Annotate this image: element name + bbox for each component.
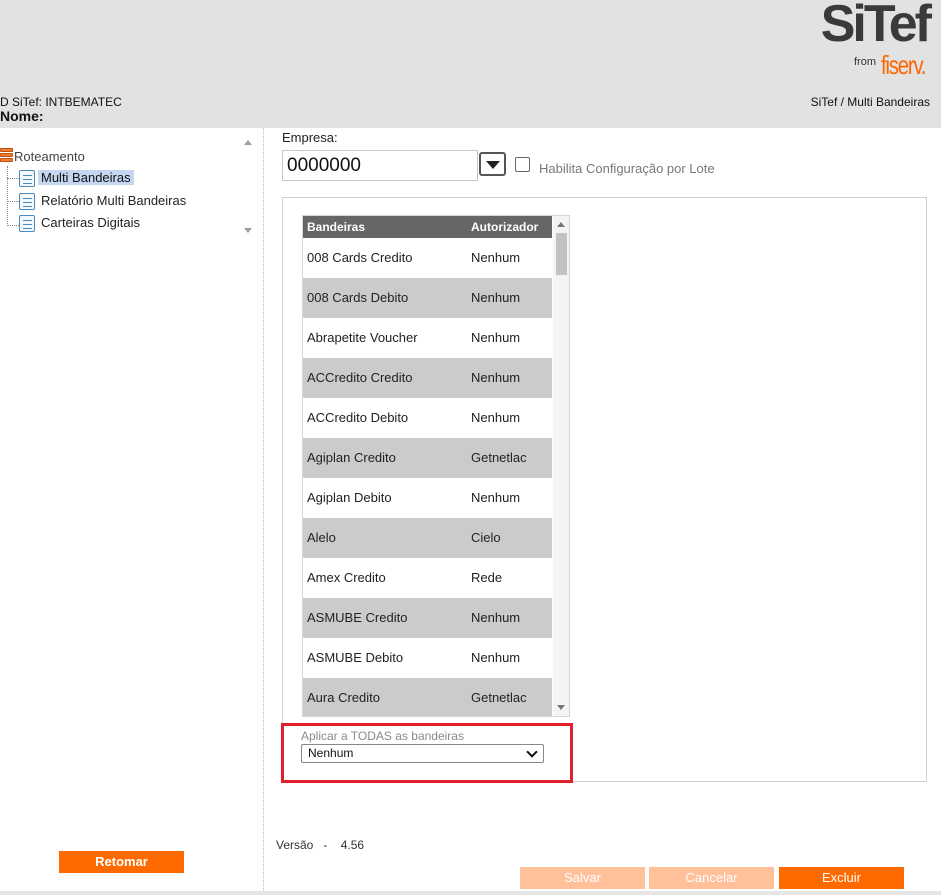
scrollbar-thumb[interactable] [556,233,567,275]
tree-connector [7,178,19,179]
tree-scrollbar[interactable] [240,133,256,241]
empresa-label: Empresa: [282,130,338,145]
cancelar-button[interactable]: Cancelar [649,867,774,889]
cell-bandeira: Abrapetite Voucher [307,330,418,345]
logo-from-text: from [854,56,876,68]
cell-autorizador: Nenhum [471,330,521,345]
list-page-icon [19,215,35,232]
cell-bandeira: ACCredito Credito [307,370,413,385]
navigation-tree: Roteamento Multi Bandeiras Relatório Mul… [0,133,258,241]
table-row[interactable]: ACCredito Credito Nenhum [303,358,552,398]
table-row[interactable]: Abrapetite Voucher Nenhum [303,318,552,358]
retomar-button[interactable]: Retomar [59,851,184,873]
table-row[interactable]: ASMUBE Credito Nenhum [303,598,552,638]
cell-autorizador: Nenhum [471,370,521,385]
table-row[interactable]: Amex Credito Rede [303,558,552,598]
tree-item-label: Multi Bandeiras [38,170,134,185]
table-row[interactable]: Aura Credito Getnetlac [303,678,552,716]
nome-label: Nome: [0,108,44,124]
table-row[interactable]: Agiplan Credito Getnetlac [303,438,552,478]
tree-connector [7,166,8,226]
cell-autorizador: Nenhum [471,650,521,665]
cell-autorizador: Nenhum [471,410,521,425]
cell-bandeira: Aura Credito [307,690,380,705]
bandeiras-grid: Bandeiras Autorizador 008 Cards Credito N… [302,215,570,717]
lote-checkbox[interactable] [515,157,530,172]
cell-bandeira: ASMUBE Credito [307,610,408,625]
sidebar-divider [263,128,264,895]
grid-header: Bandeiras Autorizador [303,216,552,238]
tree-connector [7,225,19,226]
table-row[interactable]: 008 Cards Debito Nenhum [303,278,552,318]
empresa-dropdown-button[interactable] [479,152,506,176]
cell-bandeira: Agiplan Credito [307,450,396,465]
fiserv-logo: fiserv. [881,50,927,80]
cell-autorizador: Nenhum [471,250,521,265]
grid-scrollbar[interactable] [553,216,569,716]
cell-bandeira: Amex Credito [307,570,386,585]
cell-autorizador: Nenhum [471,490,521,505]
cell-bandeira: Alelo [307,530,336,545]
cell-bandeira: 008 Cards Debito [307,290,409,305]
scroll-down-icon[interactable] [244,228,252,233]
cell-bandeira: Agiplan Debito [307,490,392,505]
excluir-button[interactable]: Excluir [779,867,904,889]
version-value: 4.56 [340,838,365,852]
cell-autorizador: Nenhum [471,290,521,305]
table-row[interactable]: ASMUBE Debito Nenhum [303,638,552,678]
scroll-down-icon[interactable] [557,705,565,710]
list-page-icon [19,170,35,187]
cell-autorizador: Getnetlac [471,450,527,465]
cell-autorizador: Getnetlac [471,690,527,705]
folder-tree-icon [0,148,13,165]
table-row[interactable]: Alelo Cielo [303,518,552,558]
list-page-icon [19,193,35,210]
sitef-id: D SiTef: INTBEMATEC [0,95,122,109]
tree-item-label: Carteiras Digitais [41,215,140,230]
table-row[interactable]: ACCredito Debito Nenhum [303,398,552,438]
table-row[interactable]: Agiplan Debito Nenhum [303,478,552,518]
cell-bandeira: ACCredito Debito [307,410,409,425]
lote-label: Habilita Configuração por Lote [539,161,715,176]
salvar-button[interactable]: Salvar [520,867,645,889]
tree-root-roteamento[interactable]: Roteamento [14,149,85,164]
grid-body: 008 Cards Credito Nenhum 008 Cards Debito… [303,238,552,716]
version-separator: - [323,838,328,852]
column-header-bandeiras[interactable]: Bandeiras [307,220,365,234]
cell-autorizador: Nenhum [471,610,521,625]
tree-connector [7,201,19,202]
version-text: Versão - 4.56 [276,838,364,852]
bottom-border [0,891,941,895]
aplicar-selected-value: Nenhum [308,746,354,760]
breadcrumb: SiTef / Multi Bandeiras [810,95,930,109]
sitef-logo: SiTef [820,0,932,53]
cell-bandeira: 008 Cards Credito [307,250,413,265]
scroll-up-icon[interactable] [557,222,565,227]
triangle-down-icon [486,161,500,169]
version-label: Versão [276,838,314,852]
chevron-down-icon [526,746,538,758]
cell-autorizador: Rede [471,570,503,585]
aplicar-todas-label: Aplicar a TODAS as bandeiras [301,729,464,743]
tree-item-label: Relatório Multi Bandeiras [41,193,187,208]
header: SiTef from fiserv. D SiTef: INTBEMATEC N… [0,0,941,128]
cell-bandeira: ASMUBE Debito [307,650,404,665]
table-row[interactable]: 008 Cards Credito Nenhum [303,238,552,278]
aplicar-todas-select[interactable]: Nenhum [301,744,544,763]
column-header-autorizador[interactable]: Autorizador [471,220,538,234]
cell-autorizador: Cielo [471,530,501,545]
scroll-up-icon[interactable] [244,140,252,145]
empresa-input[interactable]: 0000000 [282,150,478,181]
